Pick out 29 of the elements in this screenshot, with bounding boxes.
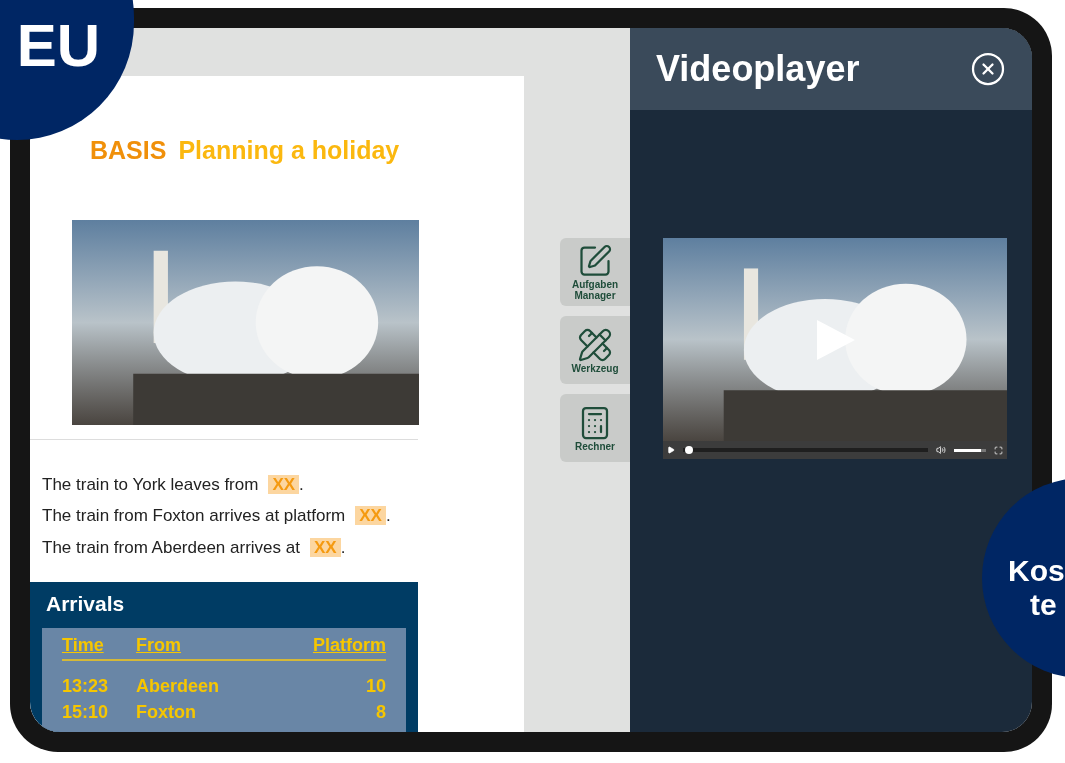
progress-thumb[interactable]: [685, 446, 694, 454]
arrivals-title: Arrivals: [46, 591, 126, 617]
column-header: Platform: [313, 633, 386, 657]
table-cell-text: 8: [376, 700, 386, 724]
tool-button[interactable]: Aufgaben Manager: [560, 238, 630, 306]
table-cell-text: Aberdeen: [136, 674, 221, 698]
table-cell-text: 10: [365, 674, 386, 698]
badge-text: te: [1029, 588, 1057, 622]
column-header: From: [136, 633, 182, 657]
badge-text: Kos: [1008, 554, 1065, 588]
fullscreen-icon[interactable]: [994, 445, 1003, 455]
pencil-ruler-icon: [577, 326, 613, 363]
badge-text: EU: [16, 16, 100, 76]
table-cell-text: 13:23: [62, 674, 110, 698]
player-title: Videoplayer: [656, 47, 860, 91]
sentence: The train from Foxton arrives at platform XX .: [42, 505, 392, 527]
pencil-square-icon: [577, 243, 613, 279]
lesson-title: Planning a holiday: [178, 135, 400, 166]
column-header: Time: [62, 633, 105, 657]
sentence: The train to York leaves from XX .: [42, 473, 305, 496]
level-label: BASIS: [90, 135, 167, 166]
tool-button[interactable]: Rechner: [560, 394, 630, 462]
table-cell-text: Foxton: [136, 700, 197, 724]
volume-icon[interactable]: [936, 445, 946, 455]
close-icon[interactable]: [970, 51, 1006, 87]
play-icon[interactable]: [667, 446, 675, 454]
sentence: The train from Aberdeen arrives at XX .: [42, 536, 347, 559]
table-cell-text: 15:10: [62, 700, 110, 724]
tool-button[interactable]: Werkzeug: [560, 316, 630, 384]
